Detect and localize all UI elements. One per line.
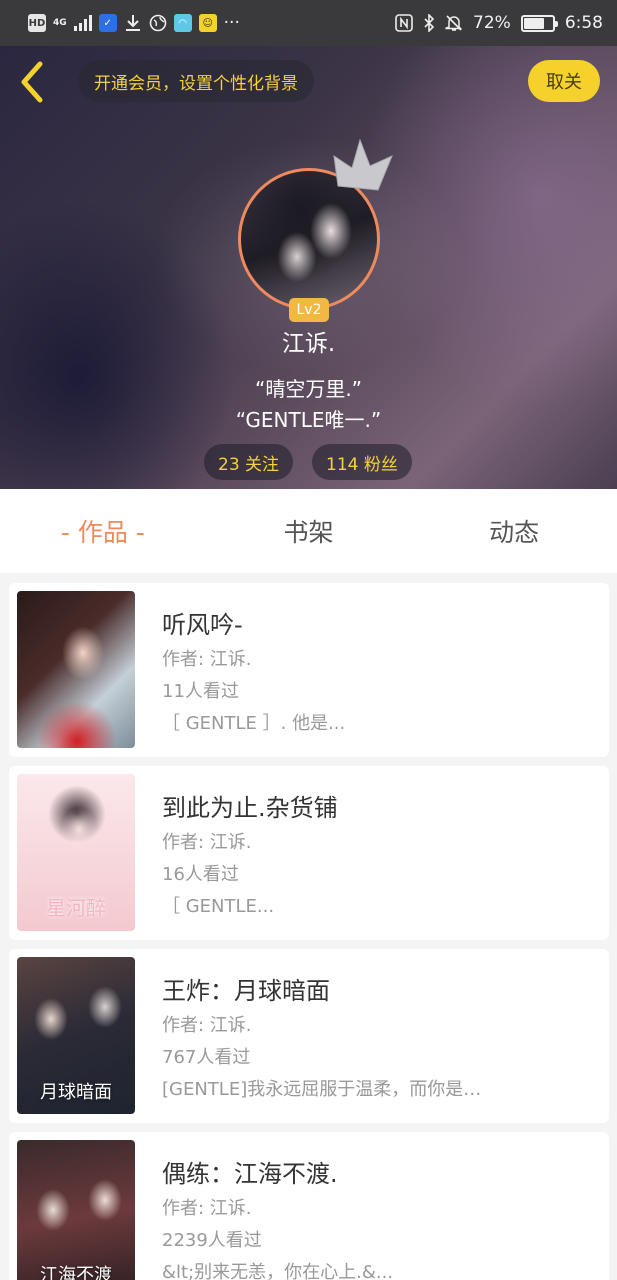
works-list: 听风吟- 作者: 江诉. 11人看过 ［ GENTLE ］. 他是... 星河醉… [9,583,609,1280]
work-card[interactable]: 月球暗面 王炸：月球暗面 作者: 江诉. 767人看过 [GENTLE]我永远屈… [9,949,609,1123]
cover-text: 江海不渡 [40,1265,112,1280]
app-notification-icon-2: ☺ [198,14,217,32]
back-button[interactable] [16,60,48,104]
work-card[interactable]: 星河醉 到此为止.杂货铺 作者: 江诉. 16人看过 ［ GENTLE... [9,766,609,940]
bio-line-2: “GENTLE唯一.” [235,408,382,432]
work-cover: 星河醉 [17,774,135,931]
followers-count[interactable]: 114 粉丝 [312,444,412,480]
mute-bell-icon [445,15,463,31]
work-title: 偶练：江海不渡. [162,1160,338,1188]
shield-icon: ✓ [98,14,117,32]
work-card[interactable]: 听风吟- 作者: 江诉. 11人看过 ［ GENTLE ］. 他是... [9,583,609,757]
globe-icon [149,14,166,32]
username: 江诉. [281,331,336,357]
bluetooth-icon [424,14,435,32]
following-count[interactable]: 23 关注 [204,444,294,480]
cover-text: 星河醉 [46,896,106,920]
work-description: ［ GENTLE... [162,896,275,917]
battery-percent: 72% [473,13,511,33]
unfollow-button[interactable]: 取关 [528,60,600,102]
avatar-container: Lv2 [238,138,393,322]
work-title: 听风吟- [162,611,243,639]
tab-bookshelf[interactable]: 书架 [206,489,412,573]
work-author: 作者: 江诉. [162,1198,252,1219]
bio-line-1: “晴空万里.” [254,377,363,401]
crown-icon [333,138,393,191]
work-description: [GENTLE]我永远屈服于温柔，而你是… [162,1079,482,1100]
work-description: &lt;别来无恙，你在心上.&... [162,1262,394,1280]
more-notifications-icon: ··· [223,13,240,33]
tab-works[interactable]: - 作品 - [0,489,206,573]
work-card[interactable]: 江海不渡 偶练：江海不渡. 作者: 江诉. 2239人看过 &lt;别来无恙，你… [9,1132,609,1280]
nfc-icon [395,14,413,32]
status-bar: HD 4G ✓ ◠ ☺ ··· 72% 6:58 [0,0,617,46]
work-views: 16人看过 [162,864,239,885]
profile-tabs: - 作品 - 书架 动态 [0,489,617,573]
chevron-left-icon [21,61,43,103]
work-cover: 江海不渡 [17,1140,135,1280]
hd-icon: HD [28,14,46,32]
work-cover: 月球暗面 [17,957,135,1114]
work-author: 作者: 江诉. [162,649,252,670]
work-author: 作者: 江诉. [162,1015,252,1036]
work-description: ［ GENTLE ］. 他是... [162,713,346,734]
work-title: 到此为止.杂货铺 [162,794,338,822]
tab-activity[interactable]: 动态 [411,489,617,573]
vip-background-banner[interactable]: 开通会员，设置个性化背景 [78,60,314,102]
battery-icon [520,14,558,32]
cover-text: 月球暗面 [40,1082,112,1103]
network-label: 4G [53,17,67,28]
signal-icon [73,15,92,31]
download-icon [125,15,140,31]
work-author: 作者: 江诉. [162,832,252,853]
work-views: 11人看过 [162,681,239,702]
work-cover [17,591,135,748]
work-views: 767人看过 [162,1047,251,1068]
work-title: 王炸：月球暗面 [162,977,330,1005]
profile-header: 开通会员，设置个性化背景 取关 Lv2 江诉. “晴空万里.” “GENTLE唯… [0,46,617,489]
work-views: 2239人看过 [162,1230,262,1251]
app-notification-icon: ◠ [173,14,192,32]
clock: 6:58 [564,13,603,33]
level-badge: Lv2 [289,298,329,322]
